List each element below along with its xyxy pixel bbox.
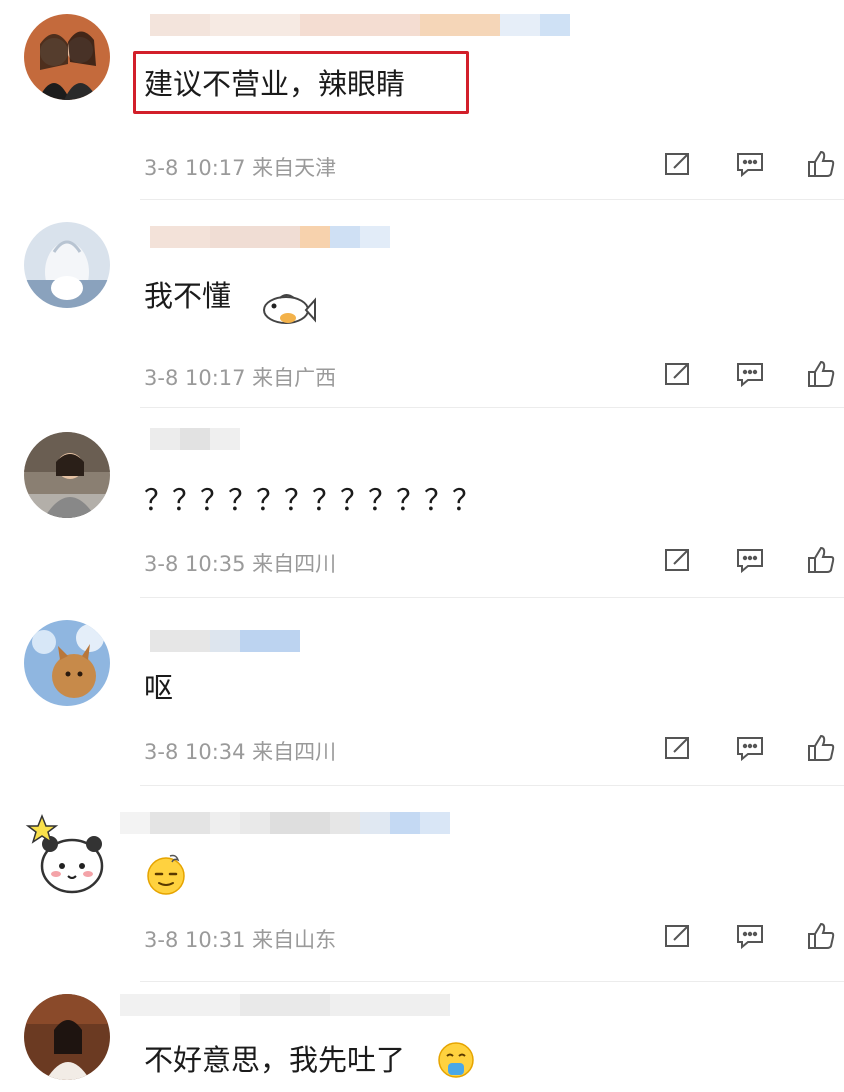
username-blurred[interactable] <box>150 226 390 248</box>
comment-text: 呕 <box>144 671 174 705</box>
fish-emoji <box>258 288 316 330</box>
comment-item: 不好意思，我先吐了 <box>0 982 844 1092</box>
thumbs-up-icon[interactable] <box>803 356 839 392</box>
comment-icon[interactable] <box>732 356 768 392</box>
username-blurred[interactable] <box>150 428 240 450</box>
thumbs-up-icon[interactable] <box>803 918 839 954</box>
avatar[interactable] <box>24 14 110 100</box>
vomit-face-emoji <box>436 1040 476 1080</box>
username-blurred[interactable] <box>150 630 300 652</box>
share-icon[interactable] <box>660 730 696 766</box>
comment-meta: 3-8 10:17 来自天津 <box>144 156 337 180</box>
avatar[interactable] <box>24 994 110 1080</box>
avatar[interactable] <box>24 812 110 898</box>
share-icon[interactable] <box>660 356 696 392</box>
comment-icon[interactable] <box>732 542 768 578</box>
comment-item: 我不懂 3-8 10:17 来自广西 <box>0 200 844 408</box>
avatar[interactable] <box>24 620 110 706</box>
thumbs-up-icon[interactable] <box>803 146 839 182</box>
comment-text: ？？？？？？？？？？？？ <box>144 483 481 517</box>
comment-meta: 3-8 10:35 来自四川 <box>144 552 337 576</box>
share-icon[interactable] <box>660 146 696 182</box>
comment-text: 建议不营业，辣眼睛 <box>144 67 406 101</box>
username-blurred[interactable] <box>120 994 450 1016</box>
comment-icon[interactable] <box>732 146 768 182</box>
comment-meta: 3-8 10:17 来自广西 <box>144 366 337 390</box>
dizzy-face-emoji <box>144 852 188 896</box>
comment-item: ？？？？？？？？？？？？ 3-8 10:35 来自四川 <box>0 408 844 598</box>
comment-text: 我不懂 <box>144 279 232 313</box>
share-icon[interactable] <box>660 918 696 954</box>
comment-item: 建议不营业，辣眼睛 3-8 10:17 来自天津 <box>0 0 844 200</box>
thumbs-up-icon[interactable] <box>803 730 839 766</box>
share-icon[interactable] <box>660 542 696 578</box>
comment-item: 呕 3-8 10:34 来自四川 <box>0 598 844 786</box>
comment-meta: 3-8 10:34 来自四川 <box>144 740 337 764</box>
username-blurred[interactable] <box>120 812 450 834</box>
comment-meta: 3-8 10:31 来自山东 <box>144 928 337 952</box>
username-blurred[interactable] <box>150 14 570 36</box>
comment-icon[interactable] <box>732 730 768 766</box>
avatar[interactable] <box>24 432 110 518</box>
avatar[interactable] <box>24 222 110 308</box>
thumbs-up-icon[interactable] <box>803 542 839 578</box>
comment-icon[interactable] <box>732 918 768 954</box>
comment-text: 不好意思，我先吐了 <box>144 1043 406 1077</box>
comment-item: 3-8 10:31 来自山东 <box>0 786 844 982</box>
